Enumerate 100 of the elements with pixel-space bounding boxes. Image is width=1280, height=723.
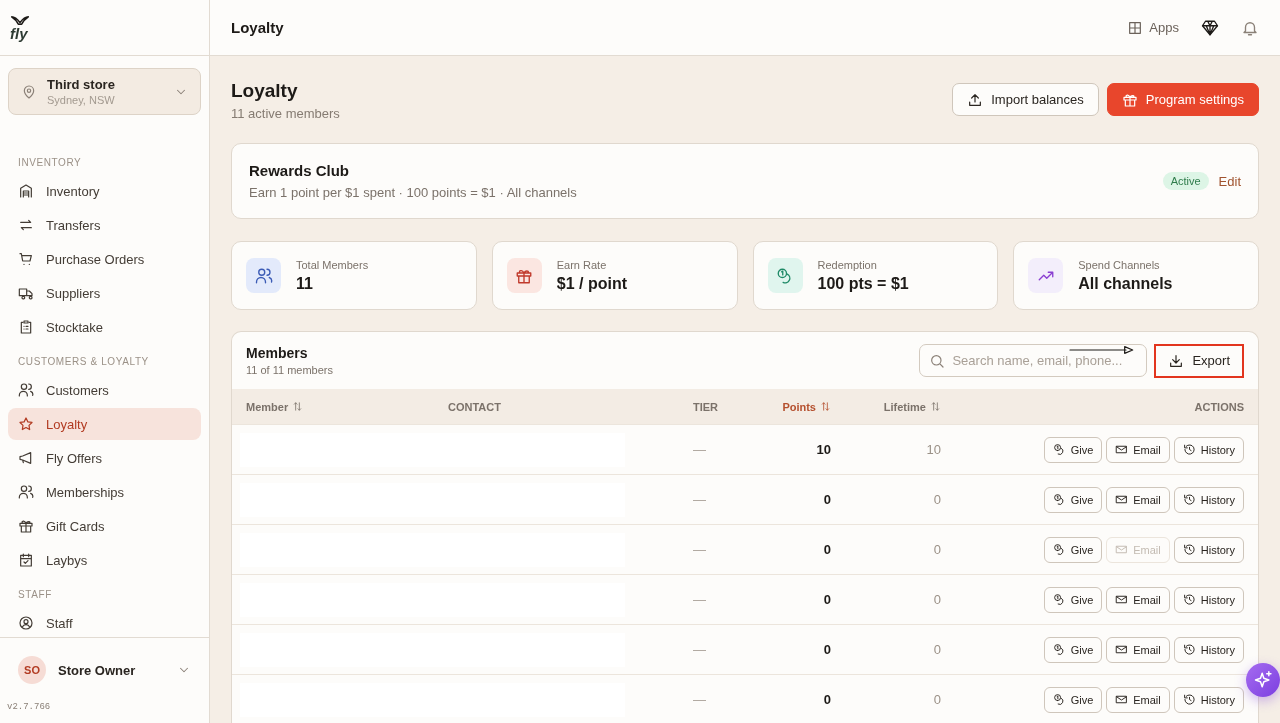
stat-label: Spend Channels [1078, 258, 1161, 271]
search-field[interactable]: Search name, email, phone... [919, 344, 1148, 377]
gem-icon[interactable] [1201, 18, 1219, 37]
column-header[interactable]: Member [246, 400, 448, 413]
give-button[interactable]: Give [1043, 686, 1103, 713]
column-header[interactable]: Points [759, 400, 831, 413]
points-cell-text: 0 [822, 592, 831, 607]
page-title: Loyalty [231, 80, 299, 102]
nav-item[interactable]: Suppliers [8, 277, 201, 309]
members-count: 11 of 11 members [246, 364, 334, 376]
program-settings-button[interactable]: Program settings [1106, 83, 1259, 116]
coins-icon [1052, 443, 1066, 456]
mail-icon [1115, 443, 1129, 456]
users-icon [18, 484, 34, 500]
points-cell-text: 0 [822, 692, 831, 707]
stat-value: 100 pts = $1 [817, 274, 909, 293]
mail-icon [1115, 543, 1129, 556]
apps-link[interactable]: Apps [1127, 19, 1179, 36]
column-header[interactable]: Lifetime [831, 400, 941, 413]
header-title: Loyalty [231, 19, 284, 36]
stat-value: $1 / point [556, 274, 627, 293]
user-menu[interactable]: SO Store Owner [0, 638, 209, 702]
mail-icon [1115, 693, 1129, 706]
version-label: v2.7.766 [6, 702, 52, 712]
sort-icon [930, 401, 941, 412]
email-button[interactable]: Email [1106, 486, 1170, 513]
user-name: Store Owner [58, 662, 137, 678]
nav-item[interactable]: Fly Offers [8, 442, 201, 474]
store-name: Third store [47, 77, 116, 92]
lifetime-cell-text: 0 [932, 492, 941, 507]
history-icon [1182, 443, 1196, 456]
tier-cell-text: — [693, 442, 707, 457]
column-header: CONTACT [448, 400, 502, 413]
clipboard-icon [18, 319, 34, 335]
coins-icon [1052, 493, 1066, 506]
email-button[interactable]: Email [1106, 586, 1170, 613]
nav-item[interactable]: Transfers [8, 209, 201, 241]
history-button[interactable]: History [1173, 536, 1244, 563]
grid-icon [1127, 19, 1144, 36]
email-button[interactable]: Email [1106, 636, 1170, 663]
users-icon [18, 382, 34, 398]
transfer-icon [18, 217, 34, 233]
nav-item[interactable]: Purchase Orders [8, 243, 201, 275]
gift-icon [18, 518, 34, 534]
edit-link[interactable]: Edit [1218, 173, 1241, 189]
tier-cell-text: — [693, 542, 707, 557]
logo-text: fly [10, 26, 28, 41]
nav-item[interactable]: Memberships [8, 476, 201, 508]
coins-icon [1052, 593, 1066, 606]
status-badge: Active [1162, 172, 1209, 190]
history-button[interactable]: History [1173, 636, 1244, 663]
points-cell-text: 0 [822, 542, 831, 557]
location-pin-icon [21, 83, 37, 100]
nav-item[interactable]: Laybys [8, 544, 201, 576]
sparkle-icon [1253, 670, 1273, 690]
email-button[interactable]: Email [1106, 686, 1170, 713]
upload-icon [967, 91, 984, 108]
give-button[interactable]: Give [1043, 586, 1103, 613]
lifetime-cell-text: 0 [932, 542, 941, 557]
coins-icon [1052, 643, 1066, 656]
column-header: ACTIONS [1193, 400, 1244, 413]
sort-icon [292, 401, 304, 412]
mail-icon [1115, 493, 1129, 506]
nav-item[interactable]: Gift Cards [8, 510, 201, 542]
give-button[interactable]: Give [1043, 636, 1103, 663]
give-button[interactable]: Give [1043, 436, 1103, 463]
export-button[interactable]: Export [1154, 343, 1244, 378]
give-button[interactable]: Give [1043, 486, 1103, 513]
star-icon [18, 416, 34, 432]
nav-item[interactable]: Inventory [8, 175, 201, 207]
download-icon [1168, 352, 1185, 369]
section-heading: INVENTORY [17, 156, 83, 170]
nav-item[interactable]: Loyalty [8, 408, 201, 440]
tier-cell-text: — [693, 692, 707, 707]
import-button[interactable]: Import balances [952, 83, 1099, 116]
stat-value: All channels [1078, 274, 1173, 293]
nav-item[interactable]: Customers [8, 374, 201, 406]
give-button[interactable]: Give [1043, 536, 1103, 563]
bird-logo-icon [10, 14, 30, 27]
stat-label: Earn Rate [556, 258, 608, 271]
store-location: Sydney, NSW [47, 94, 116, 106]
lifetime-cell-text: 0 [932, 692, 941, 707]
sort-icon [820, 401, 831, 412]
nav-item[interactable]: Staff [8, 607, 201, 637]
points-cell-text: 0 [822, 492, 831, 507]
history-button[interactable]: History [1173, 586, 1244, 613]
lifetime-cell-text: 0 [932, 642, 941, 657]
ai-assistant-button[interactable] [1246, 663, 1280, 697]
store-selector[interactable]: Third store Sydney, NSW [8, 68, 201, 115]
history-button[interactable]: History [1173, 486, 1244, 513]
history-button[interactable]: History [1173, 686, 1244, 713]
stat-value: 11 [296, 274, 314, 293]
mail-icon [1115, 643, 1129, 656]
history-button[interactable]: History [1173, 436, 1244, 463]
section-heading: CUSTOMERS & LOYALTY [17, 355, 150, 369]
nav-item[interactable]: Stocktake [8, 311, 201, 343]
history-icon [1182, 493, 1196, 506]
history-icon [1182, 643, 1196, 656]
email-button[interactable]: Email [1106, 436, 1170, 463]
stat-label: Redemption [817, 258, 878, 271]
